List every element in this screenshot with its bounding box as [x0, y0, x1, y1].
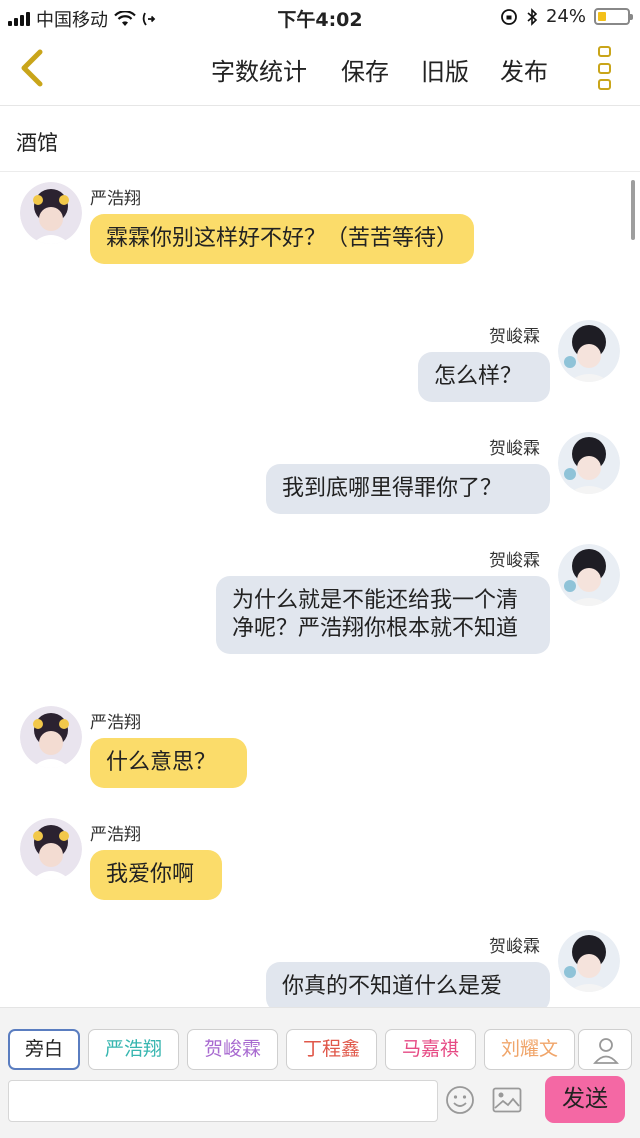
avatar[interactable]	[558, 320, 620, 382]
top-toolbar: 字数统计 保存 旧版 发布	[0, 32, 640, 106]
avatar[interactable]	[20, 182, 82, 244]
role-he-junlin[interactable]: 贺峻霖	[187, 1029, 278, 1070]
sender-name: 贺峻霖	[489, 439, 540, 459]
scrollbar[interactable]	[631, 180, 635, 240]
composer-bar: 发送	[0, 1075, 640, 1138]
role-ding-chengxin[interactable]: 丁程鑫	[286, 1029, 377, 1070]
word-count-button[interactable]: 字数统计	[211, 52, 307, 87]
avatar[interactable]	[20, 818, 82, 880]
image-icon[interactable]	[492, 1087, 522, 1113]
message-bubble[interactable]: 什么意思？	[90, 738, 247, 788]
role-narrator[interactable]: 旁白	[8, 1029, 80, 1070]
send-button[interactable]: 发送	[545, 1076, 625, 1123]
avatar[interactable]	[558, 930, 620, 992]
more-menu-icon[interactable]	[598, 46, 612, 90]
sender-name: 贺峻霖	[489, 937, 540, 957]
old-version-button[interactable]: 旧版	[421, 52, 469, 87]
battery-icon	[594, 8, 633, 25]
sender-name: 严浩翔	[90, 189, 141, 209]
message-bubble[interactable]: 你真的不知道什么是爱	[266, 962, 550, 1012]
message-bubble[interactable]: 怎么样？	[418, 352, 550, 402]
sender-name: 贺峻霖	[489, 327, 540, 347]
sender-name: 严浩翔	[90, 713, 141, 733]
chat-title-bar: 酒馆	[0, 107, 640, 172]
role-selector-bar: 旁白 严浩翔 贺峻霖 丁程鑫 马嘉祺 刘耀文	[0, 1007, 640, 1075]
status-bar: 中国移动 下午4:02 24%	[0, 0, 640, 32]
avatar[interactable]	[558, 544, 620, 606]
message-bubble[interactable]: 我到底哪里得罪你了？	[266, 464, 550, 514]
avatar[interactable]	[20, 706, 82, 768]
message-bubble[interactable]: 为什么就是不能还给我一个清净呢？严浩翔你根本就不知道	[216, 576, 550, 654]
message-input[interactable]	[8, 1080, 438, 1122]
role-yan-haoxiang[interactable]: 严浩翔	[88, 1029, 179, 1070]
rotation-lock-icon	[501, 8, 517, 25]
emoji-icon[interactable]	[445, 1085, 475, 1115]
role-liu-yaowen[interactable]: 刘耀文	[484, 1029, 575, 1070]
avatar[interactable]	[558, 432, 620, 494]
bluetooth-icon	[527, 7, 538, 26]
add-role-user-icon[interactable]	[578, 1029, 632, 1070]
battery-percent: 24%	[545, 6, 586, 27]
role-ma-jiaqi[interactable]: 马嘉祺	[385, 1029, 476, 1070]
back-chevron-icon[interactable]	[14, 48, 54, 88]
sender-name: 严浩翔	[90, 825, 141, 845]
message-bubble[interactable]: 霖霖你别这样好不好？（苦苦等待）	[90, 214, 474, 264]
chat-title: 酒馆	[16, 131, 58, 155]
publish-button[interactable]: 发布	[500, 52, 548, 87]
message-bubble[interactable]: 我爱你啊	[90, 850, 222, 900]
sender-name: 贺峻霖	[489, 551, 540, 571]
save-button[interactable]: 保存	[341, 52, 389, 87]
